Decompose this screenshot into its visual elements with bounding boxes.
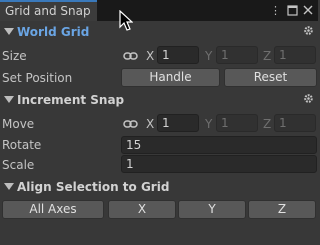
scale-label: Scale xyxy=(2,158,35,172)
increment-snap-header[interactable]: Increment Snap xyxy=(0,90,318,110)
close-icon[interactable] xyxy=(301,2,315,19)
world-grid-title: World Grid xyxy=(17,25,90,39)
move-z-label: Z xyxy=(263,117,272,131)
tab-grid-and-snap[interactable]: Grid and Snap xyxy=(0,0,97,21)
size-y-label: Y xyxy=(205,49,213,63)
move-y-label: Y xyxy=(205,117,213,131)
size-label: Size xyxy=(2,49,27,63)
tab-bar: Grid and Snap ⋮ xyxy=(0,0,318,21)
align-y-button[interactable]: Y xyxy=(178,200,246,219)
align-x-button[interactable]: X xyxy=(108,200,176,219)
align-z-button[interactable]: Z xyxy=(248,200,316,219)
rotate-field[interactable]: 15 xyxy=(121,136,317,154)
move-x-field[interactable]: 1 xyxy=(157,114,199,132)
set-position-label: Set Position xyxy=(2,71,73,85)
move-label: Move xyxy=(2,117,35,131)
size-x-field[interactable]: 1 xyxy=(157,46,199,64)
handle-button[interactable]: Handle xyxy=(121,68,220,87)
world-grid-header[interactable]: World Grid xyxy=(0,22,318,42)
reset-button[interactable]: Reset xyxy=(224,68,317,87)
gear-icon[interactable] xyxy=(303,25,314,36)
align-all-axes-button[interactable]: All Axes xyxy=(2,200,104,219)
increment-snap-title: Increment Snap xyxy=(17,93,125,107)
foldout-arrow-icon[interactable] xyxy=(4,96,14,103)
size-y-field: 1 xyxy=(216,46,258,64)
move-y-field: 1 xyxy=(216,114,258,132)
align-header[interactable]: Align Selection to Grid xyxy=(0,177,318,197)
gear-icon[interactable] xyxy=(303,93,314,104)
foldout-arrow-icon[interactable] xyxy=(4,183,14,190)
move-x-label: X xyxy=(146,117,155,131)
size-z-label: Z xyxy=(263,49,272,63)
scale-field[interactable]: 1 xyxy=(121,155,317,173)
foldout-arrow-icon[interactable] xyxy=(4,28,14,35)
size-x-label: X xyxy=(146,49,155,63)
maximize-icon[interactable] xyxy=(285,2,299,19)
size-z-field: 1 xyxy=(274,46,316,64)
more-menu-icon[interactable]: ⋮ xyxy=(270,2,281,19)
link-icon[interactable] xyxy=(123,119,138,129)
rotate-label: Rotate xyxy=(2,138,42,152)
align-title: Align Selection to Grid xyxy=(17,180,170,194)
link-icon[interactable] xyxy=(123,51,138,61)
move-z-field: 1 xyxy=(274,114,316,132)
